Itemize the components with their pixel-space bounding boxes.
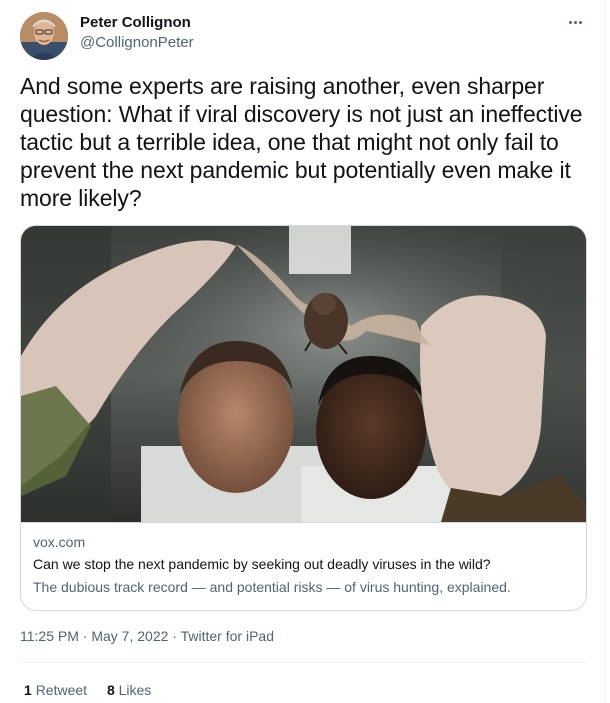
retweets-label: Retweet — [35, 682, 88, 698]
likes-stat[interactable]: 8 Likes — [107, 681, 151, 699]
card-image[interactable] — [21, 226, 586, 522]
tweet-detail: Peter Collignon @CollignonPeter And some… — [0, 0, 606, 703]
card-description: The dubious track record — and potential… — [33, 579, 511, 595]
tweet-text: And some experts are raising another, ev… — [20, 73, 583, 211]
avatar[interactable] — [20, 12, 68, 60]
more-options-icon[interactable] — [563, 10, 587, 34]
likes-count: 8 — [106, 682, 115, 698]
author-names: Peter Collignon @CollignonPeter — [80, 13, 194, 53]
tweet-source[interactable]: Twitter for iPad — [181, 628, 274, 644]
meta-separator: · — [172, 628, 177, 644]
author-handle[interactable]: @CollignonPeter — [80, 33, 194, 53]
tweet-stats: 1 Retweet 8 Likes — [24, 681, 167, 699]
author-display-name[interactable]: Peter Collignon — [80, 13, 194, 33]
card-title: Can we stop the next pandemic by seeking… — [33, 556, 491, 572]
divider — [20, 662, 586, 663]
avatar-photo — [20, 12, 68, 60]
meta-separator: · — [82, 628, 88, 644]
bat-research-photo — [21, 226, 586, 522]
likes-label: Likes — [118, 682, 152, 698]
card-meta: vox.com Can we stop the next pandemic by… — [21, 522, 586, 610]
retweets-stat[interactable]: 1 Retweet — [24, 681, 87, 699]
tweet-timestamp-line: 11:25 PM · May 7, 2022 · Twitter for iPa… — [20, 627, 274, 645]
card-domain: vox.com — [33, 534, 86, 550]
link-card[interactable]: vox.com Can we stop the next pandemic by… — [20, 225, 587, 611]
retweets-count: 1 — [24, 682, 32, 698]
tweet-date[interactable]: May 7, 2022 — [91, 628, 168, 644]
tweet-header: Peter Collignon @CollignonPeter — [20, 10, 587, 60]
tweet-time[interactable]: 11:25 PM — [20, 628, 79, 644]
